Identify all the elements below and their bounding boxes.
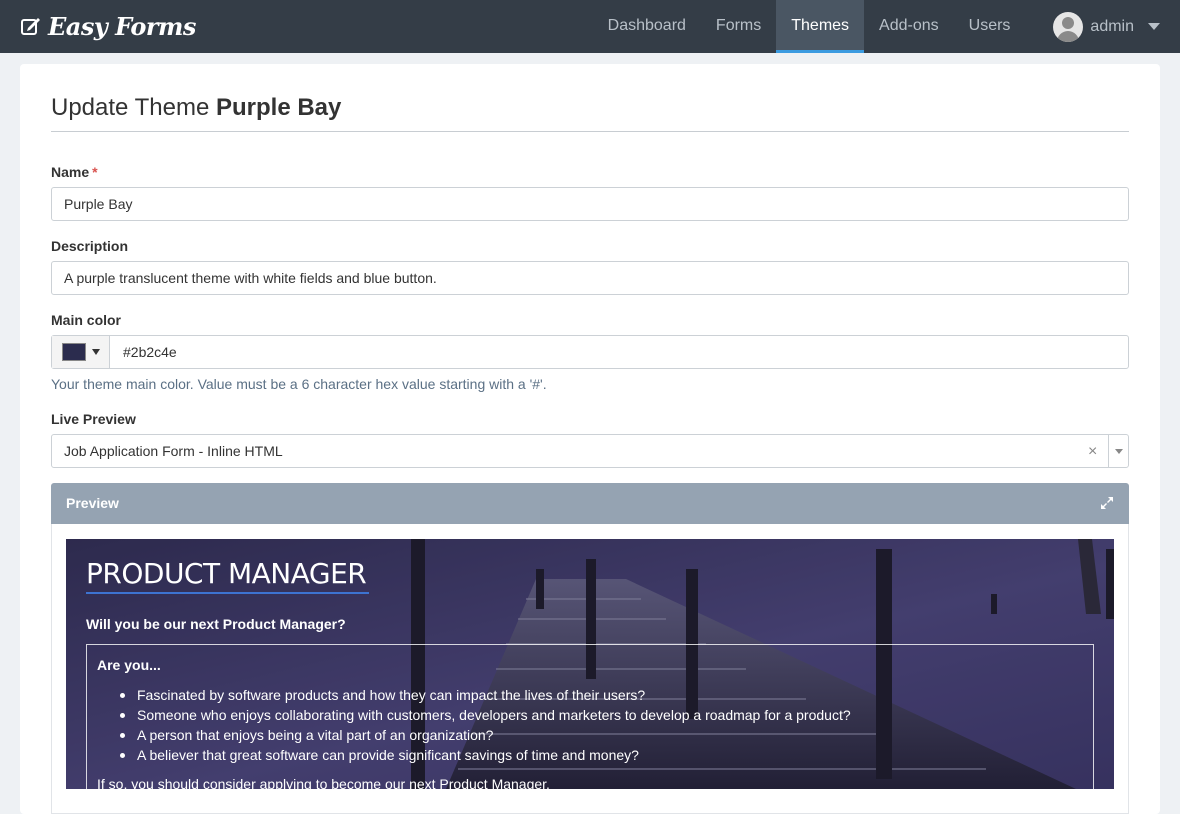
user-name: admin [1090,17,1134,35]
caret-down-icon [1148,23,1160,30]
chevron-down-icon[interactable] [1115,449,1123,454]
form-title: PRODUCT MANAGER [86,557,367,590]
form-preview: PRODUCT MANAGER Will you be our next Pro… [66,539,1114,789]
page-title-theme-name: Purple Bay [216,94,342,121]
brand-name: Easy Forms [48,11,196,41]
description-input[interactable]: A purple translucent theme with white fi… [51,261,1129,295]
intro-box: Are you... Fascinated by software produc… [86,644,1094,789]
clear-icon[interactable]: × [1088,444,1097,460]
nav-dashboard[interactable]: Dashboard [593,0,701,53]
title-divider [51,131,1129,132]
main-color-field: #2b2c4e [51,335,1129,369]
form-subtitle: Will you be our next Product Manager? [86,616,346,632]
top-navbar: Easy Forms Dashboard Forms Themes Add-on… [0,0,1180,53]
brand-logo[interactable]: Easy Forms [20,9,196,43]
page-title-prefix: Update Theme [51,94,210,121]
name-input[interactable]: Purple Bay [51,187,1129,221]
nav-add-ons[interactable]: Add-ons [864,0,954,53]
intro-list: Fascinated by software products and how … [119,685,851,765]
nav-themes[interactable]: Themes [776,0,865,53]
intro-footer: If so, you should consider applying to b… [97,776,550,789]
description-label: Description [51,238,129,254]
color-swatch [62,343,86,361]
intro-box-title: Are you... [97,657,161,673]
live-preview-label: Live Preview [51,411,136,427]
main-color-help: Your theme main color. Value must be a 6… [51,376,547,392]
required-marker: * [92,164,98,180]
name-label: Name * [51,164,98,180]
page-title: Update Theme Purple Bay [51,94,341,122]
expand-icon[interactable] [1099,495,1115,511]
select-divider [1108,435,1109,467]
user-menu[interactable]: admin [1025,0,1180,53]
form-content: PRODUCT MANAGER Will you be our next Pro… [66,539,1114,789]
main-color-label: Main color [51,312,122,328]
list-item: Fascinated by software products and how … [119,685,851,705]
user-avatar-icon [1053,11,1084,42]
preview-header: Preview [51,483,1129,524]
nav-users[interactable]: Users [954,0,1026,53]
list-item: Someone who enjoys collaborating with cu… [119,705,851,725]
color-picker-button[interactable] [52,336,110,368]
edit-icon [21,18,40,35]
live-preview-select[interactable]: Job Application Form - Inline HTML × [51,434,1129,468]
preview-title: Preview [66,495,119,511]
list-item: A believer that great software can provi… [119,745,851,765]
list-item: A person that enjoys being a vital part … [119,725,851,745]
form-title-underline [86,592,369,594]
nav-forms[interactable]: Forms [701,0,776,53]
live-preview-value: Job Application Form - Inline HTML [64,443,283,459]
caret-down-icon [92,349,100,355]
name-label-text: Name [51,164,90,180]
main-color-input[interactable]: #2b2c4e [123,336,177,368]
main-nav: Dashboard Forms Themes Add-ons Users adm… [593,0,1180,53]
